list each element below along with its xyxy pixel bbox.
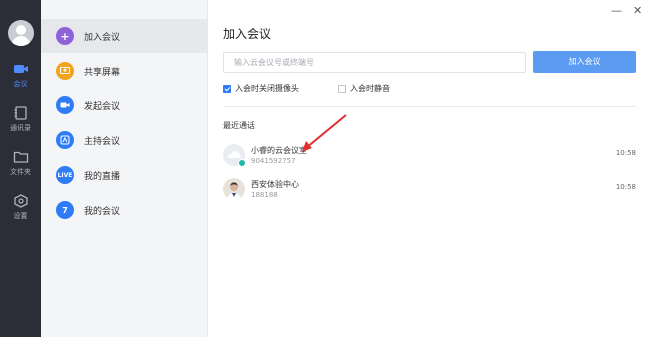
person-icon <box>223 178 245 200</box>
share-screen-icon <box>56 62 74 80</box>
sidebar-item-label: 加入会议 <box>84 32 121 43</box>
sidebar-item-share-screen[interactable]: 共享屏幕 <box>41 54 208 88</box>
meeting-sidebar: + 加入会议 共享屏幕 发起会议 主持会议 LIVE 我的直播 7 我的会议 <box>41 0 208 337</box>
folder-icon <box>13 151 28 163</box>
page-title: 加入会议 <box>223 27 272 41</box>
sidebar-item-label: 我的会议 <box>84 206 121 217</box>
sidebar-item-my-live[interactable]: LIVE 我的直播 <box>41 158 208 192</box>
nav-rail: 会议 通讯录 文件夹 设置 <box>0 0 41 337</box>
plus-icon: + <box>56 27 74 45</box>
rail-item-settings[interactable]: 设置 <box>0 194 41 234</box>
recent-call-number: 9041592757 <box>251 157 296 165</box>
join-meeting-button[interactable]: 加入会议 <box>533 51 636 73</box>
host-icon <box>56 131 74 149</box>
meeting-id-input[interactable]: 输入云会议号或终端号 <box>223 52 526 73</box>
sidebar-item-label: 我的直播 <box>84 171 121 182</box>
rail-item-label: 文件夹 <box>10 168 31 176</box>
rail-item-meeting[interactable]: 会议 <box>0 62 41 102</box>
video-icon <box>56 96 74 114</box>
user-avatar[interactable] <box>8 20 34 46</box>
rail-item-label: 会议 <box>13 80 28 88</box>
live-icon: LIVE <box>56 166 74 184</box>
recent-calls-heading: 最近通话 <box>223 121 255 130</box>
app-window: 会议 通讯录 文件夹 设置 + 加入会议 共享屏幕 发起会议 主持会议 LIVE… <box>0 0 650 337</box>
settings-icon <box>13 194 28 208</box>
person-avatar <box>223 178 245 200</box>
contacts-icon <box>14 106 27 120</box>
minimize-button[interactable]: — <box>611 4 622 17</box>
online-badge <box>238 159 246 167</box>
video-camera-icon <box>13 65 28 73</box>
recent-call-number: 188188 <box>251 191 278 199</box>
recent-call-row[interactable]: 小睿的云会议室 9041592757 10:58 <box>223 144 636 174</box>
checkbox-label: 入会时静音 <box>350 84 390 93</box>
rail-item-contacts[interactable]: 通讯录 <box>0 106 41 146</box>
checkbox-label: 入会时关闭摄像头 <box>235 84 299 93</box>
recent-call-time: 10:58 <box>615 149 636 157</box>
camera-off-checkbox[interactable]: 入会时关闭摄像头 <box>223 83 299 94</box>
rail-item-label: 设置 <box>13 212 28 220</box>
close-button[interactable]: ✕ <box>633 4 642 17</box>
sidebar-item-label: 共享屏幕 <box>84 67 121 78</box>
sidebar-item-start-meeting[interactable]: 发起会议 <box>41 88 208 122</box>
join-meeting-panel: — ✕ 加入会议 输入云会议号或终端号 加入会议 入会时关闭摄像头 入会时静音 … <box>209 0 650 337</box>
recent-call-name: 小睿的云会议室 <box>251 146 307 155</box>
sidebar-item-label: 发起会议 <box>84 101 121 112</box>
divider <box>223 106 636 107</box>
mute-on-join-checkbox[interactable]: 入会时静音 <box>338 83 390 94</box>
sidebar-item-host-meeting[interactable]: 主持会议 <box>41 123 208 157</box>
calendar-icon: 7 <box>56 201 74 219</box>
rail-item-folder[interactable]: 文件夹 <box>0 150 41 190</box>
rail-item-label: 通讯录 <box>10 124 31 132</box>
recent-call-row[interactable]: 西安体验中心 188188 10:58 <box>223 178 636 208</box>
sidebar-item-my-meetings[interactable]: 7 我的会议 <box>41 193 208 227</box>
checkbox-unchecked-icon <box>338 84 346 93</box>
recent-call-name: 西安体验中心 <box>251 180 299 189</box>
recent-call-time: 10:58 <box>615 183 636 191</box>
sidebar-item-label: 主持会议 <box>84 136 121 147</box>
checkbox-checked-icon <box>223 84 231 93</box>
sidebar-item-join-meeting[interactable]: + 加入会议 <box>41 19 208 53</box>
